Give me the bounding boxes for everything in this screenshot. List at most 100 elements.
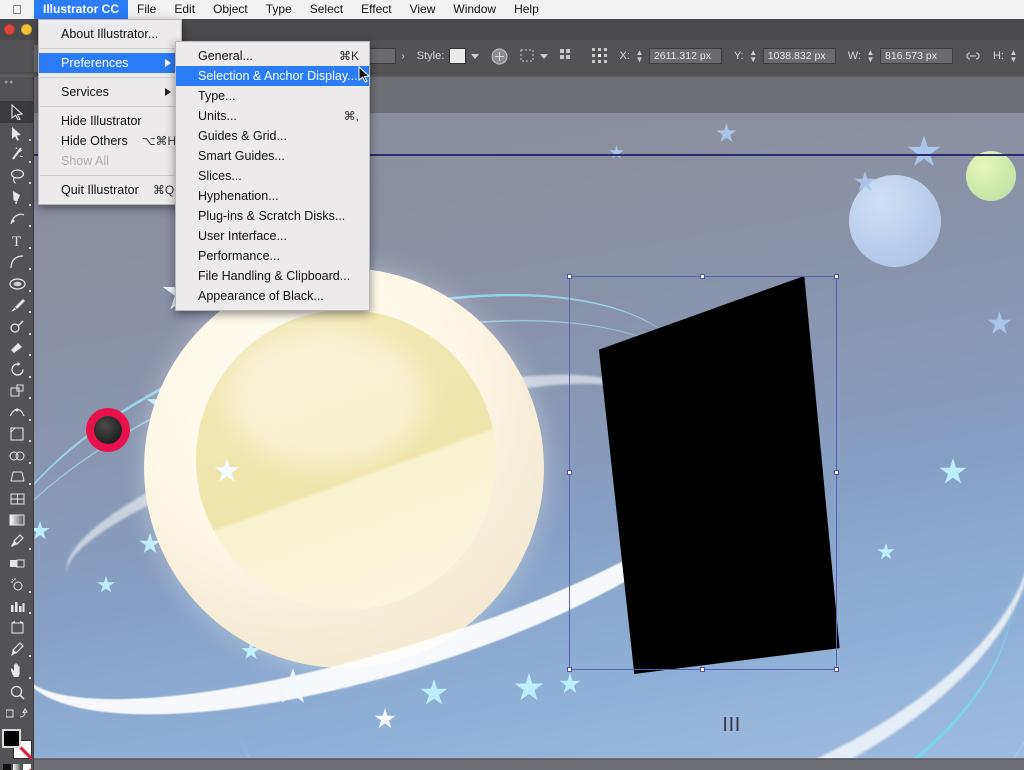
red-circle-object[interactable]: [86, 408, 130, 452]
menu-item-label: Units...: [198, 109, 237, 123]
menu-item-performance[interactable]: Performance...: [176, 246, 369, 266]
blend-tool[interactable]: [0, 553, 34, 575]
width-tool[interactable]: [0, 402, 34, 424]
selection-handle-bottom-right[interactable]: [834, 667, 839, 672]
apple-logo-icon[interactable]: : [0, 3, 34, 16]
menu-item-user-interface[interactable]: User Interface...: [176, 226, 369, 246]
h-stepper[interactable]: ▲ ▼: [1009, 49, 1018, 64]
selection-handle-bottom-center[interactable]: [700, 667, 705, 672]
w-input[interactable]: 816.573 px: [879, 48, 953, 64]
menu-item-quit-illustrator[interactable]: Quit Illustrator ⌘Q: [39, 180, 181, 200]
gradient-tool[interactable]: [0, 510, 34, 532]
menu-item-preferences[interactable]: Preferences: [39, 53, 181, 73]
menu-item-hyphenation[interactable]: Hyphenation...: [176, 186, 369, 206]
recolor-artwork-button[interactable]: [485, 48, 514, 65]
menu-item-hide-illustrator[interactable]: Hide Illustrator: [39, 111, 181, 131]
select-similar-group[interactable]: [514, 49, 554, 63]
lasso-tool[interactable]: [0, 166, 34, 188]
eraser-tool[interactable]: [0, 338, 34, 360]
tools-panel-grip[interactable]: ●●: [0, 77, 33, 87]
none-button[interactable]: [22, 763, 31, 770]
zoom-tool[interactable]: [0, 682, 34, 704]
menu-item-hide-others[interactable]: Hide Others ⌥⌘H: [39, 131, 181, 151]
menubar-item-select[interactable]: Select: [301, 0, 352, 19]
menu-item-smart-guides[interactable]: Smart Guides...: [176, 146, 369, 166]
overlay-drag-handle[interactable]: |||: [723, 715, 742, 732]
menubar-item-view[interactable]: View: [401, 0, 445, 19]
artboard-tool[interactable]: [0, 617, 34, 639]
menu-item-about-illustrator[interactable]: About Illustrator...: [39, 24, 181, 44]
chevron-down-icon[interactable]: [471, 53, 480, 59]
menubar-item-effect[interactable]: Effect: [352, 0, 400, 19]
selection-handle-bottom-left[interactable]: [567, 667, 572, 672]
menubar-item-object[interactable]: Object: [204, 0, 257, 19]
menu-item-show-all: Show All: [39, 151, 181, 171]
x-stepper[interactable]: ▲ ▼: [635, 49, 644, 64]
magic-wand-tool[interactable]: [0, 144, 34, 166]
close-button[interactable]: [4, 24, 15, 35]
align-group[interactable]: [554, 49, 580, 63]
chevron-down-icon[interactable]: [540, 53, 549, 59]
x-value: 2611.312 px: [653, 50, 711, 62]
selection-handle-middle-right[interactable]: [834, 470, 839, 475]
pen-tool[interactable]: [0, 187, 34, 209]
selection-handle-middle-left[interactable]: [567, 470, 572, 475]
paintbrush-tool[interactable]: [0, 295, 34, 317]
column-graph-tool[interactable]: [0, 596, 34, 618]
selection-handle-top-right[interactable]: [834, 274, 839, 279]
free-transform-tool[interactable]: [0, 424, 34, 446]
preferences-submenu[interactable]: General... ⌘K Selection & Anchor Display…: [175, 41, 370, 311]
graphic-style-swatch[interactable]: [449, 48, 467, 64]
menu-item-appearance-of-black[interactable]: Appearance of Black...: [176, 286, 369, 306]
menu-item-selection-and-anchor-display[interactable]: Selection & Anchor Display...: [176, 66, 369, 86]
line-segment-tool[interactable]: [0, 252, 34, 274]
illustrator-app-menu[interactable]: About Illustrator... Preferences Service…: [38, 19, 182, 205]
edit-toolbar-button[interactable]: [0, 703, 34, 725]
hand-tool[interactable]: [0, 660, 34, 682]
minimize-button[interactable]: [21, 24, 32, 35]
menu-item-type[interactable]: Type...: [176, 86, 369, 106]
color-button[interactable]: [2, 763, 11, 770]
menu-item-general[interactable]: General... ⌘K: [176, 46, 369, 66]
menubar-item-type[interactable]: Type: [257, 0, 301, 19]
selection-bounding-box[interactable]: [567, 274, 839, 672]
menu-item-services[interactable]: Services: [39, 82, 181, 102]
direct-selection-tool[interactable]: [0, 123, 34, 145]
symbol-sprayer-tool[interactable]: [0, 574, 34, 596]
gradient-button[interactable]: [12, 763, 21, 770]
shaper-tool[interactable]: [0, 316, 34, 338]
selection-handle-top-left[interactable]: [567, 274, 572, 279]
menu-item-plug-ins-and-scratch-disks[interactable]: Plug-ins & Scratch Disks...: [176, 206, 369, 226]
slice-tool[interactable]: [0, 639, 34, 661]
menu-item-file-handling-and-clipboard[interactable]: File Handling & Clipboard...: [176, 266, 369, 286]
x-input[interactable]: 2611.312 px: [648, 48, 722, 64]
fill-swatch[interactable]: [1, 728, 21, 748]
menubar-item-window[interactable]: Window: [444, 0, 505, 19]
eyedropper-tool[interactable]: [0, 531, 34, 553]
link-proportions-icon[interactable]: [959, 50, 987, 62]
menubar-item-edit[interactable]: Edit: [165, 0, 204, 19]
menu-item-slices[interactable]: Slices...: [176, 166, 369, 186]
selection-tool[interactable]: [0, 101, 34, 123]
menu-item-guides-and-grid[interactable]: Guides & Grid...: [176, 126, 369, 146]
perspective-grid-tool[interactable]: [0, 467, 34, 489]
menubar-item-help[interactable]: Help: [505, 0, 548, 19]
rotate-tool[interactable]: [0, 359, 34, 381]
menu-item-label: Preferences: [61, 56, 129, 70]
fill-and-stroke-controls[interactable]: [1, 728, 32, 759]
curvature-tool[interactable]: [0, 209, 34, 231]
transform-reference-point-icon[interactable]: [586, 48, 614, 64]
type-tool[interactable]: T: [0, 230, 34, 252]
scale-tool[interactable]: [0, 381, 34, 403]
menubar-item-file[interactable]: File: [128, 0, 165, 19]
selection-handle-top-center[interactable]: [700, 274, 705, 279]
menubar-item-illustrator-cc[interactable]: Illustrator CC: [34, 0, 129, 19]
chevron-right-icon[interactable]: ›: [401, 51, 404, 62]
ellipse-tool[interactable]: [0, 273, 34, 295]
mesh-tool[interactable]: [0, 488, 34, 510]
shape-builder-tool[interactable]: [0, 445, 34, 467]
menu-item-units[interactable]: Units... ⌘,: [176, 106, 369, 126]
y-input[interactable]: 1038.832 px: [762, 48, 836, 64]
w-stepper[interactable]: ▲ ▼: [866, 49, 875, 64]
y-stepper[interactable]: ▲ ▼: [749, 49, 758, 64]
